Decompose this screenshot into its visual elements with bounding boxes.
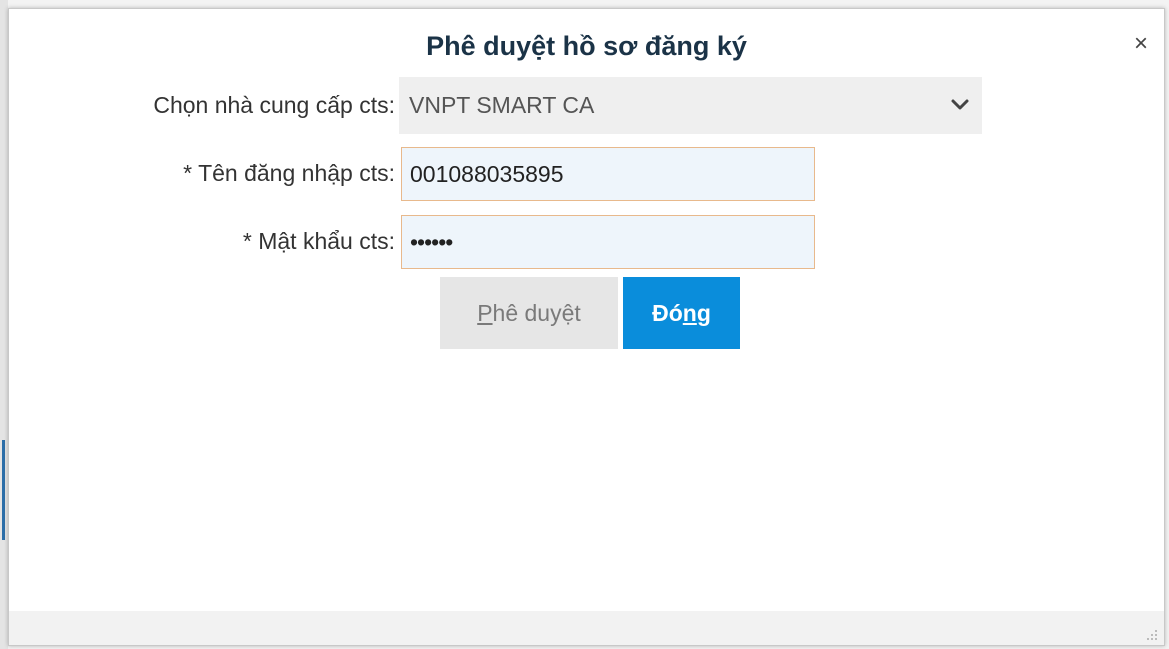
password-input[interactable] (401, 215, 815, 269)
close-button-label-pre: Đó (652, 300, 683, 326)
close-icon[interactable]: × (1128, 31, 1154, 57)
approve-registration-dialog: Phê duyệt hồ sơ đăng ký × Chọn nhà cung … (8, 8, 1165, 646)
close-button-accel-key: n (682, 300, 697, 326)
provider-label: Chọn nhà cung cấp cts: (153, 92, 395, 118)
username-label: * Tên đăng nhập cts: (183, 160, 395, 186)
approve-button[interactable]: Phê duyệt (440, 277, 618, 349)
background-accent-bar (2, 440, 5, 540)
provider-select[interactable]: VNPT SMART CA (399, 77, 982, 134)
resize-grip-icon[interactable] (1144, 627, 1158, 641)
dialog-titlebar[interactable]: Phê duyệt hồ sơ đăng ký × (9, 9, 1164, 81)
dialog-title: Phê duyệt hồ sơ đăng ký (426, 31, 747, 61)
approve-button-label-post: hê duyệt (492, 300, 581, 326)
close-button-label-post: g (696, 300, 711, 326)
password-row: * Mật khẩu cts: (9, 213, 395, 269)
provider-selected-value: VNPT SMART CA (409, 92, 595, 118)
chevron-down-icon (951, 99, 969, 110)
dialog-footer (9, 611, 1164, 645)
approve-button-accel-key: P (477, 300, 493, 326)
password-label: * Mật khẩu cts: (242, 228, 395, 254)
close-button[interactable]: Đóng (623, 277, 740, 349)
background-window-edge (0, 0, 8, 649)
username-input[interactable] (401, 147, 815, 201)
provider-row: Chọn nhà cung cấp cts: (9, 77, 395, 133)
username-row: * Tên đăng nhập cts: (9, 145, 395, 201)
